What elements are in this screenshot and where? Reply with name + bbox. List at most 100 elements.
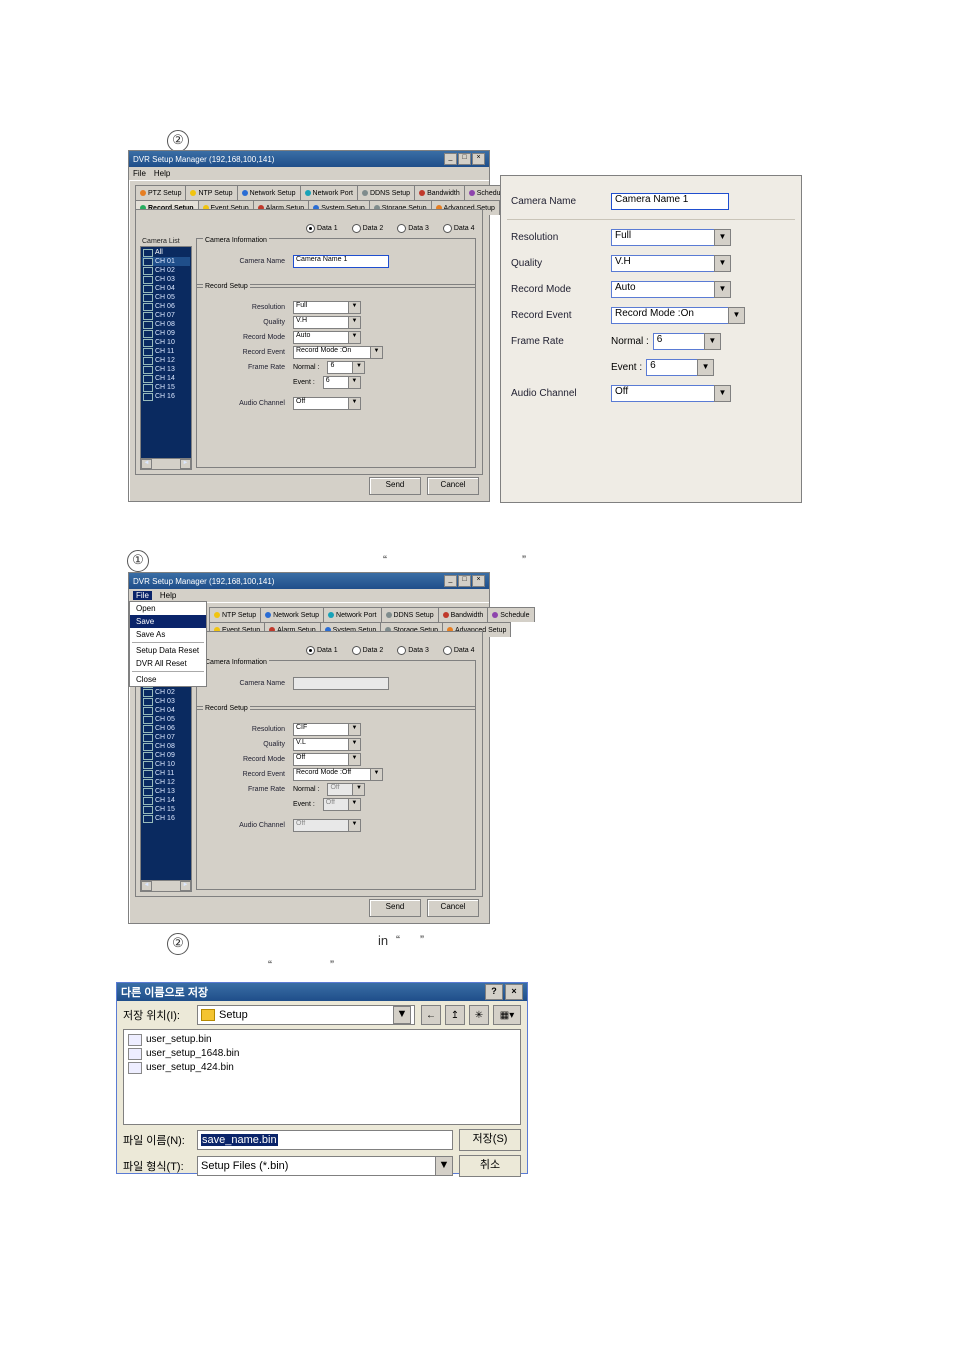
cam-row[interactable]: CH 05 bbox=[142, 715, 190, 724]
radio-data4[interactable]: Data 4 bbox=[443, 224, 475, 233]
input-camera-name[interactable] bbox=[293, 677, 389, 690]
cam-row[interactable]: CH 09 bbox=[142, 751, 190, 760]
select-record-event[interactable]: Record Mode :Off▼ bbox=[293, 768, 383, 781]
select-frame-event[interactable]: 6 ▼ bbox=[323, 376, 361, 389]
cam-row[interactable]: CH 14 bbox=[142, 374, 190, 383]
save-location-select[interactable]: Setup ▼ bbox=[197, 1005, 415, 1025]
radio-data2[interactable]: Data 2 bbox=[352, 646, 384, 655]
chevron-down-icon[interactable]: ▼ bbox=[436, 1156, 453, 1176]
file-item[interactable]: user_setup_424.bin bbox=[128, 1061, 516, 1075]
cam-row[interactable]: CH 10 bbox=[142, 760, 190, 769]
chevron-down-icon[interactable]: ▼ bbox=[370, 346, 383, 359]
scroll-left-icon[interactable]: ◄ bbox=[141, 881, 152, 891]
chevron-down-icon[interactable]: ▼ bbox=[352, 361, 365, 374]
tab-ddns-setup[interactable]: DDNS Setup bbox=[357, 185, 415, 200]
camera-list[interactable]: All CH 01 CH 02 CH 03 CH 04 CH 05 CH 06 … bbox=[140, 668, 192, 892]
scrollbar[interactable]: ◄ ► bbox=[141, 458, 191, 469]
view-button[interactable]: ▦▾ bbox=[493, 1005, 521, 1025]
cam-row[interactable]: CH 13 bbox=[142, 787, 190, 796]
file-item[interactable]: user_setup.bin bbox=[128, 1033, 516, 1047]
cam-row[interactable]: CH 04 bbox=[142, 284, 190, 293]
cam-row[interactable]: CH 08 bbox=[142, 320, 190, 329]
cam-row[interactable]: CH 02 bbox=[142, 266, 190, 275]
cam-row[interactable]: CH 16 bbox=[142, 814, 190, 823]
tab-ptz-setup[interactable]: PTZ Setup bbox=[135, 185, 186, 200]
select-resolution[interactable]: CIF▼ bbox=[293, 723, 361, 736]
tab-bandwidth[interactable]: Bandwidth bbox=[438, 607, 489, 622]
cam-row[interactable]: CH 16 bbox=[142, 392, 190, 401]
max-button[interactable]: □ bbox=[458, 575, 471, 587]
cam-row[interactable]: CH 13 bbox=[142, 365, 190, 374]
chevron-down-icon[interactable]: ▼ bbox=[348, 723, 361, 736]
select-resolution[interactable]: Full▼ bbox=[611, 229, 731, 246]
cam-row[interactable]: CH 12 bbox=[142, 356, 190, 365]
select-quality[interactable]: V.H ▼ bbox=[293, 316, 361, 329]
input-file-name[interactable]: save_name.bin bbox=[197, 1130, 453, 1150]
select-record-event[interactable]: Record Mode :On▼ bbox=[611, 307, 745, 324]
input-camera-name[interactable]: Camera Name 1 bbox=[611, 193, 729, 210]
scroll-left-icon[interactable]: ◄ bbox=[141, 459, 152, 469]
select-frame-normal[interactable]: Off▼ bbox=[327, 783, 365, 796]
cam-row[interactable]: CH 11 bbox=[142, 347, 190, 356]
menu-save[interactable]: Save bbox=[130, 615, 206, 628]
select-audio[interactable]: Off ▼ bbox=[293, 397, 361, 410]
cam-row[interactable]: CH 15 bbox=[142, 383, 190, 392]
close-button[interactable]: × bbox=[472, 575, 485, 587]
radio-data1[interactable]: Data 1 bbox=[306, 224, 338, 233]
cam-row[interactable]: CH 08 bbox=[142, 742, 190, 751]
save-button[interactable]: 저장(S) bbox=[459, 1129, 521, 1151]
new-folder-button[interactable]: ✳ bbox=[469, 1005, 489, 1025]
up-button[interactable]: ↥ bbox=[445, 1005, 465, 1025]
menu-file[interactable]: File bbox=[133, 169, 146, 178]
select-record-mode[interactable]: Auto ▼ bbox=[293, 331, 361, 344]
scrollbar[interactable]: ◄ ► bbox=[141, 880, 191, 891]
menu-help[interactable]: Help bbox=[160, 591, 176, 600]
chevron-down-icon[interactable]: ▼ bbox=[714, 229, 731, 246]
chevron-down-icon[interactable]: ▼ bbox=[697, 359, 714, 376]
cam-row[interactable]: CH 07 bbox=[142, 733, 190, 742]
camera-list[interactable]: All CH 01 CH 02 CH 03 CH 04 CH 05 CH 06 … bbox=[140, 246, 192, 470]
tab-ntp-setup[interactable]: NTP Setup bbox=[185, 185, 237, 200]
chevron-down-icon[interactable]: ▼ bbox=[348, 316, 361, 329]
radio-data4[interactable]: Data 4 bbox=[443, 646, 475, 655]
tab-ddns-setup[interactable]: DDNS Setup bbox=[381, 607, 439, 622]
file-item[interactable]: user_setup_1648.bin bbox=[128, 1047, 516, 1061]
min-button[interactable]: _ bbox=[444, 575, 457, 587]
min-button[interactable]: _ bbox=[444, 153, 457, 165]
select-record-event[interactable]: Record Mode :On ▼ bbox=[293, 346, 383, 359]
chevron-down-icon[interactable]: ▼ bbox=[370, 768, 383, 781]
cam-row[interactable]: CH 11 bbox=[142, 769, 190, 778]
select-frame-normal[interactable]: 6▼ bbox=[653, 333, 721, 350]
chevron-down-icon[interactable]: ▼ bbox=[348, 376, 361, 389]
menu-help[interactable]: Help bbox=[154, 169, 170, 178]
menu-open[interactable]: Open bbox=[130, 602, 206, 615]
cam-row[interactable]: CH 06 bbox=[142, 724, 190, 733]
chevron-down-icon[interactable]: ▼ bbox=[714, 385, 731, 402]
cancel-button[interactable]: 취소 bbox=[459, 1155, 521, 1177]
cam-row[interactable]: CH 03 bbox=[142, 275, 190, 284]
cam-row[interactable]: CH 02 bbox=[142, 688, 190, 697]
menu-file[interactable]: File bbox=[133, 591, 152, 600]
tab-bandwidth[interactable]: Bandwidth bbox=[414, 185, 465, 200]
menu-close[interactable]: Close bbox=[130, 673, 206, 686]
radio-data3[interactable]: Data 3 bbox=[397, 224, 429, 233]
chevron-down-icon[interactable]: ▼ bbox=[348, 753, 361, 766]
cam-all[interactable]: All bbox=[142, 248, 190, 257]
close-button[interactable]: × bbox=[472, 153, 485, 165]
scroll-right-icon[interactable]: ► bbox=[180, 459, 191, 469]
select-record-mode[interactable]: Auto▼ bbox=[611, 281, 731, 298]
send-button[interactable]: Send bbox=[369, 477, 421, 495]
tab-schedule[interactable]: Schedule bbox=[487, 607, 534, 622]
cam-row[interactable]: CH 03 bbox=[142, 697, 190, 706]
cam-row[interactable]: CH 06 bbox=[142, 302, 190, 311]
chevron-down-icon[interactable]: ▼ bbox=[352, 783, 365, 796]
max-button[interactable]: □ bbox=[458, 153, 471, 165]
select-audio[interactable]: Off▼ bbox=[611, 385, 731, 402]
menu-setup-data-reset[interactable]: Setup Data Reset bbox=[130, 644, 206, 657]
chevron-down-icon[interactable]: ▼ bbox=[348, 397, 361, 410]
chevron-down-icon[interactable]: ▼ bbox=[348, 331, 361, 344]
cam-row[interactable]: CH 04 bbox=[142, 706, 190, 715]
chevron-down-icon[interactable]: ▼ bbox=[728, 307, 745, 324]
cam-row[interactable]: CH 15 bbox=[142, 805, 190, 814]
help-button[interactable]: ? bbox=[485, 984, 503, 1000]
